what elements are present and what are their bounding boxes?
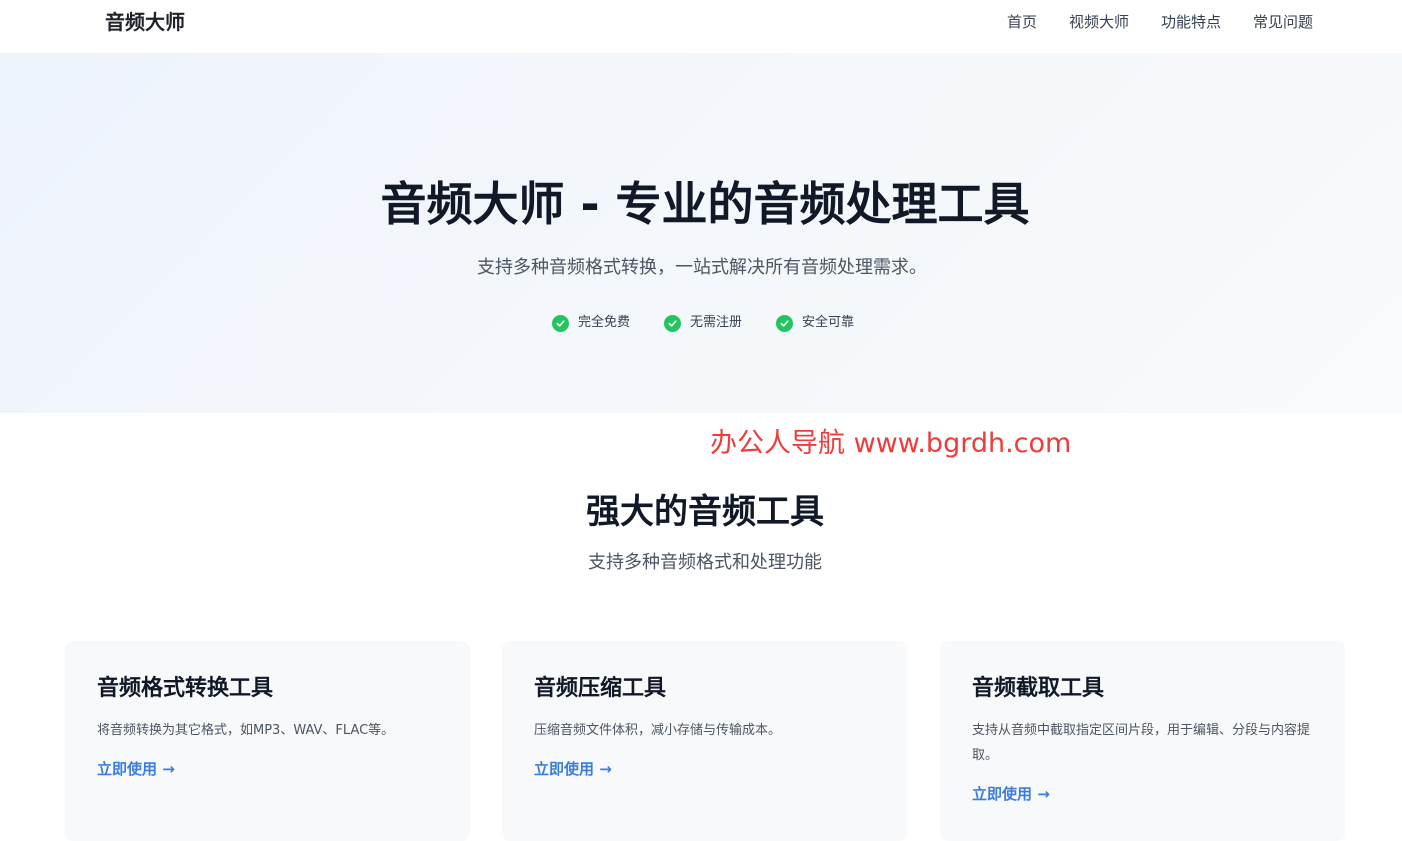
card-description: 压缩音频文件体积，减小存储与传输成本。: [534, 723, 782, 738]
feature-label: 无需注册: [689, 315, 742, 330]
use-now-link[interactable]: 立即使用 →: [972, 783, 1050, 805]
watermark-text: 办公人导航 www.bgrdh.com: [710, 428, 1072, 459]
nav-video-master[interactable]: 视频大师: [1069, 11, 1129, 33]
tools-section-title: 强大的音频工具: [586, 492, 824, 532]
feature-badges: 完全免费 无需注册 安全可靠: [0, 313, 1402, 333]
check-circle-icon: [663, 314, 681, 332]
card-description: 将音频转换为其它格式，如MP3、WAV、FLAC等。: [97, 723, 395, 738]
check-circle-icon: [776, 314, 793, 332]
card-title: 音频格式转换工具: [97, 676, 274, 701]
card-description: 支持从音频中截取指定区间片段，用于编辑、分段与内容提取。: [972, 723, 1311, 763]
main-nav: 首页 视频大师 功能特点 常见问题: [1007, 11, 1313, 33]
logo[interactable]: 音频大师: [105, 10, 185, 34]
tool-card-format-convert[interactable]: 音频格式转换工具 将音频转换为其它格式，如MP3、WAV、FLAC等。 立即使用…: [65, 641, 470, 841]
tool-card-compress[interactable]: 音频压缩工具 压缩音频文件体积，减小存储与传输成本。 立即使用 →: [502, 641, 907, 841]
feature-no-register: 无需注册: [663, 313, 742, 333]
hero-title: 音频大师 - 专业的音频处理工具: [380, 177, 1030, 231]
feature-label: 完全免费: [577, 315, 630, 330]
tool-card-trim[interactable]: 音频截取工具 支持从音频中截取指定区间片段，用于编辑、分段与内容提取。 立即使用…: [940, 641, 1345, 841]
header: 音频大师 首页 视频大师 功能特点 常见问题: [0, 0, 1402, 53]
card-title: 音频截取工具: [972, 676, 1105, 701]
use-now-link[interactable]: 立即使用 →: [534, 758, 612, 780]
card-title: 音频压缩工具: [534, 676, 667, 701]
nav-features[interactable]: 功能特点: [1161, 11, 1221, 33]
nav-home[interactable]: 首页: [1007, 11, 1037, 33]
feature-secure: 安全可靠: [776, 313, 854, 333]
hero-section: 音频大师 - 专业的音频处理工具 支持多种音频格式转换，一站式解决所有音频处理需…: [0, 53, 1402, 413]
check-circle-icon: [551, 314, 569, 332]
feature-free: 完全免费: [551, 313, 630, 333]
tools-section-subtitle: 支持多种音频格式和处理功能: [588, 552, 822, 573]
nav-faq[interactable]: 常见问题: [1253, 11, 1313, 33]
use-now-link[interactable]: 立即使用 →: [97, 758, 175, 780]
feature-label: 安全可靠: [802, 315, 855, 330]
hero-subtitle: 支持多种音频格式转换，一站式解决所有音频处理需求。: [477, 257, 927, 278]
